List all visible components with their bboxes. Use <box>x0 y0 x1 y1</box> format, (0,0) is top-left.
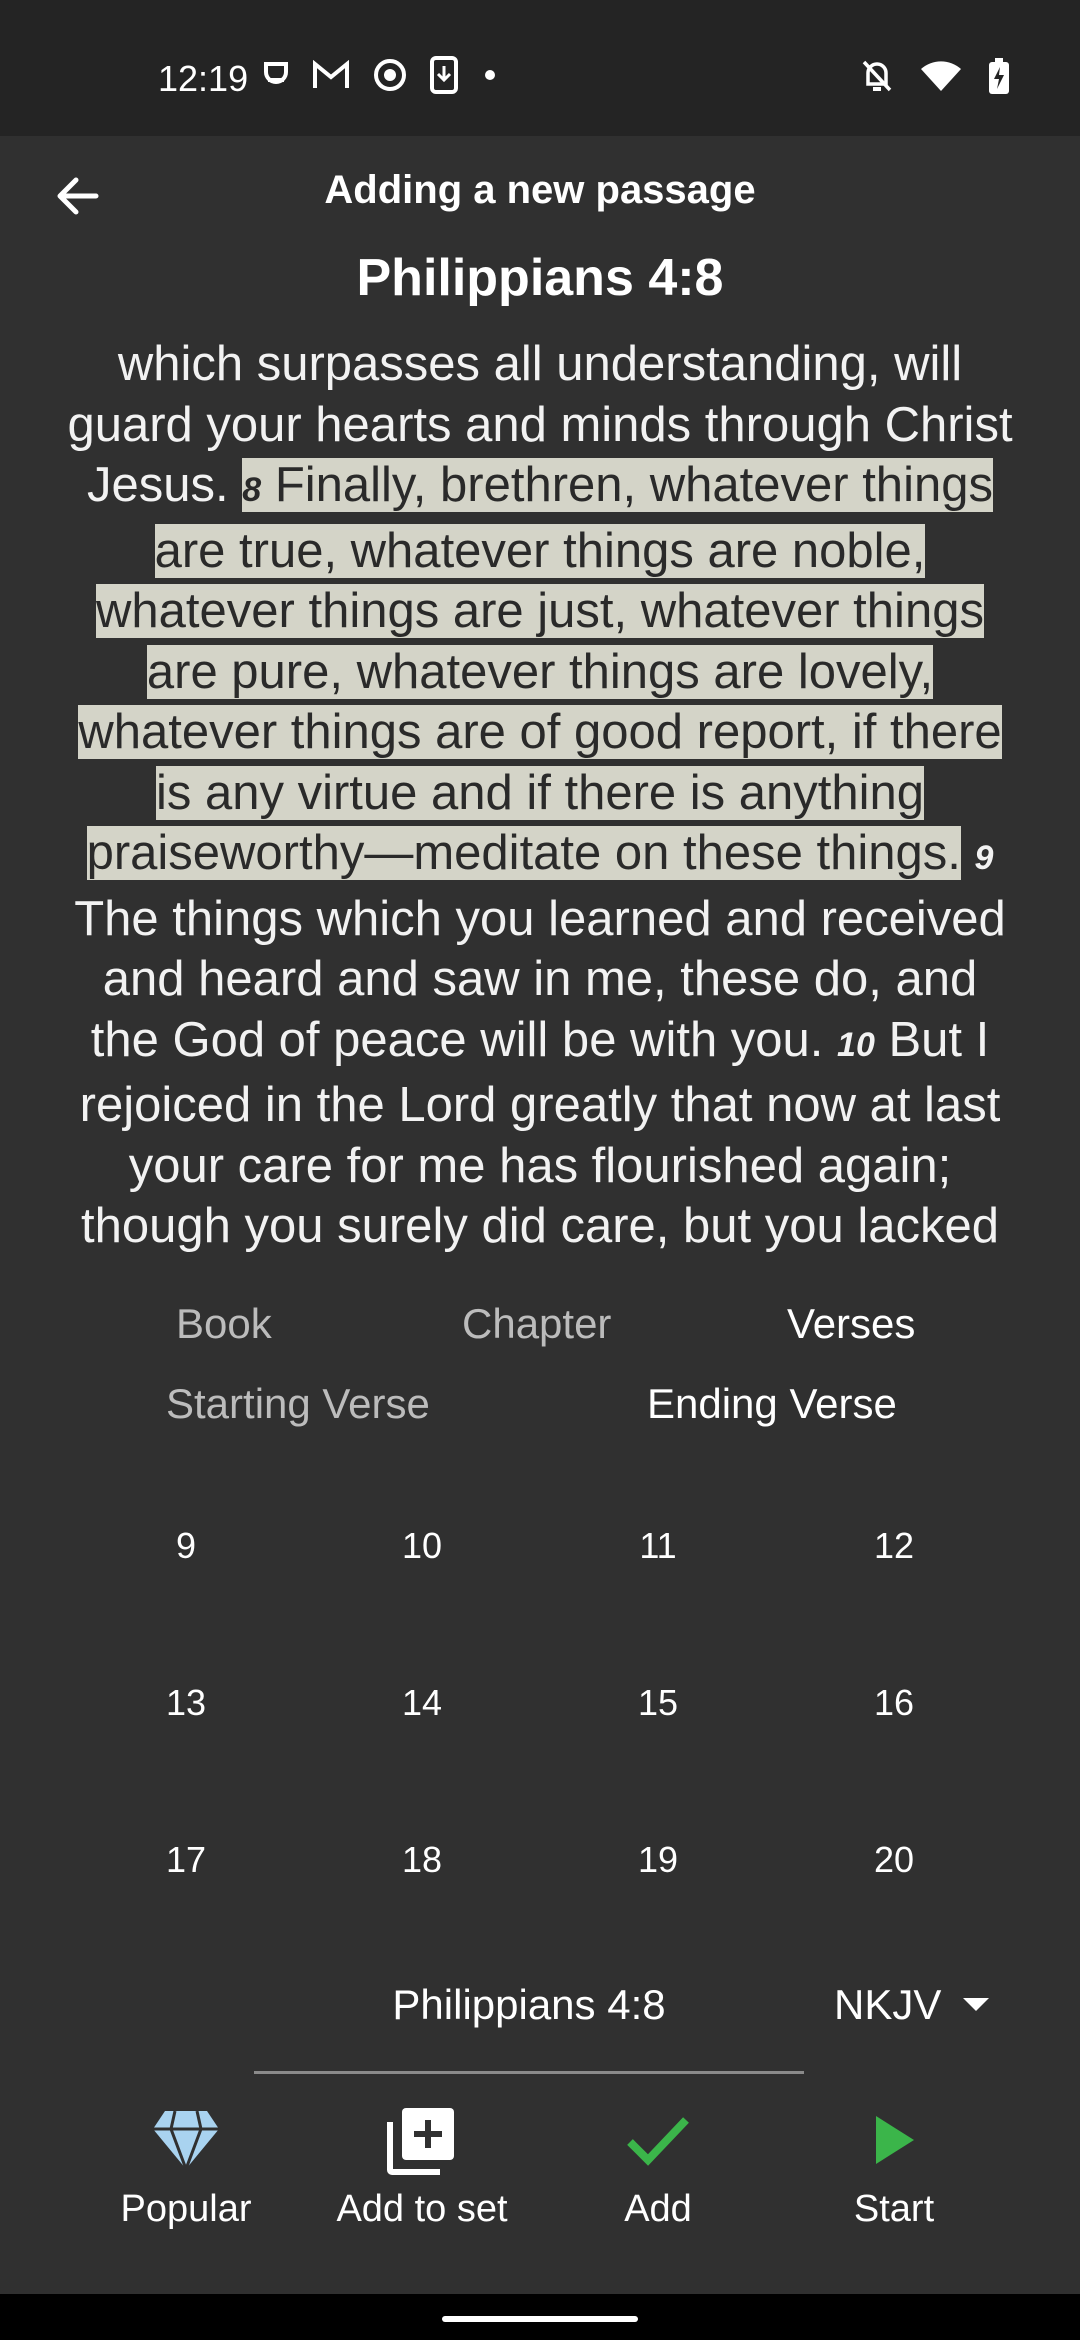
gmail-icon <box>313 60 349 88</box>
tab-book[interactable]: Book <box>176 1300 272 1348</box>
verse-number: 10 <box>837 1025 875 1064</box>
app-header: Adding a new passage <box>0 136 1080 246</box>
verse-option[interactable]: 10 <box>342 1525 502 1567</box>
verse-option[interactable]: 19 <box>578 1839 738 1881</box>
diamond-icon <box>153 2110 219 2171</box>
verse-number: 8 <box>242 471 262 509</box>
selected-verse[interactable]: 8 Finally, brethren, whatever things are… <box>78 458 1002 880</box>
verse-option[interactable]: 13 <box>106 1682 266 1724</box>
status-bar: 12:19 <box>0 0 1080 136</box>
reference-row: Philippians 4:8 NKJV <box>0 1975 1080 2075</box>
verse-option[interactable]: 9 <box>106 1525 266 1567</box>
translation-value: NKJV <box>834 1981 942 2028</box>
passage-reference-title: Philippians 4:8 <box>356 249 724 307</box>
tab-verses[interactable]: Verses <box>787 1300 915 1348</box>
library-add-icon <box>387 2108 454 2175</box>
add-label: Add <box>624 2188 692 2230</box>
verse-option[interactable]: 20 <box>814 1839 974 1881</box>
start-label: Start <box>853 2188 935 2230</box>
reference-input[interactable]: Philippians 4:8 <box>254 1975 804 2074</box>
add-button[interactable]: Add <box>548 2100 768 2231</box>
verse-option[interactable]: 12 <box>814 1525 974 1567</box>
battery-icon <box>989 58 1009 94</box>
home-gesture-handle[interactable] <box>442 2316 638 2322</box>
reference-value: Philippians 4:8 <box>392 1981 666 2028</box>
selection-tabs: Book Chapter Verses <box>0 1300 1080 1370</box>
dropdown-arrow-icon <box>963 1998 990 2011</box>
verse-option[interactable]: 11 <box>578 1525 738 1567</box>
bell-off-icon <box>862 60 892 92</box>
tab-chapter[interactable]: Chapter <box>462 1300 611 1348</box>
download-icon <box>430 56 458 94</box>
verse-option[interactable]: 18 <box>342 1839 502 1881</box>
status-time: 12:19 <box>158 58 249 99</box>
verse-option[interactable]: 14 <box>342 1682 502 1724</box>
verse-number: 9 <box>974 839 994 877</box>
translation-dropdown[interactable]: NKJV <box>834 1975 991 2035</box>
popular-label: Popular <box>120 2188 252 2230</box>
tab-starting-verse[interactable]: Starting Verse <box>166 1380 430 1428</box>
verse-option[interactable]: 15 <box>578 1682 738 1724</box>
passage-text[interactable]: which surpasses all understanding, will … <box>64 334 1016 1278</box>
bottom-action-bar: Popular Add to set Add Start <box>0 2100 1080 2250</box>
verse-range-tabs: Starting Verse Ending Verse <box>0 1380 1080 1450</box>
selected-verse-text: Finally, brethren, whatever things are t… <box>78 458 1002 880</box>
tab-ending-verse[interactable]: Ending Verse <box>647 1380 897 1428</box>
status-notification-icons <box>262 56 500 94</box>
check-icon <box>627 2117 689 2166</box>
privacy-icon <box>264 62 288 84</box>
popular-button[interactable]: Popular <box>76 2100 296 2231</box>
add-to-set-label: Add to set <box>336 2188 508 2230</box>
system-nav-bar <box>0 2294 1080 2340</box>
wifi-icon <box>921 61 961 91</box>
status-system-icons <box>860 58 1010 94</box>
page-title: Adding a new passage <box>324 168 756 212</box>
play-icon <box>876 2116 914 2164</box>
record-icon <box>374 59 406 91</box>
start-button[interactable]: Start <box>784 2100 1004 2231</box>
add-to-set-button[interactable]: Add to set <box>312 2100 532 2231</box>
verse-option[interactable]: 17 <box>106 1839 266 1881</box>
dot-icon <box>485 70 495 80</box>
verse-option[interactable]: 16 <box>814 1682 974 1724</box>
